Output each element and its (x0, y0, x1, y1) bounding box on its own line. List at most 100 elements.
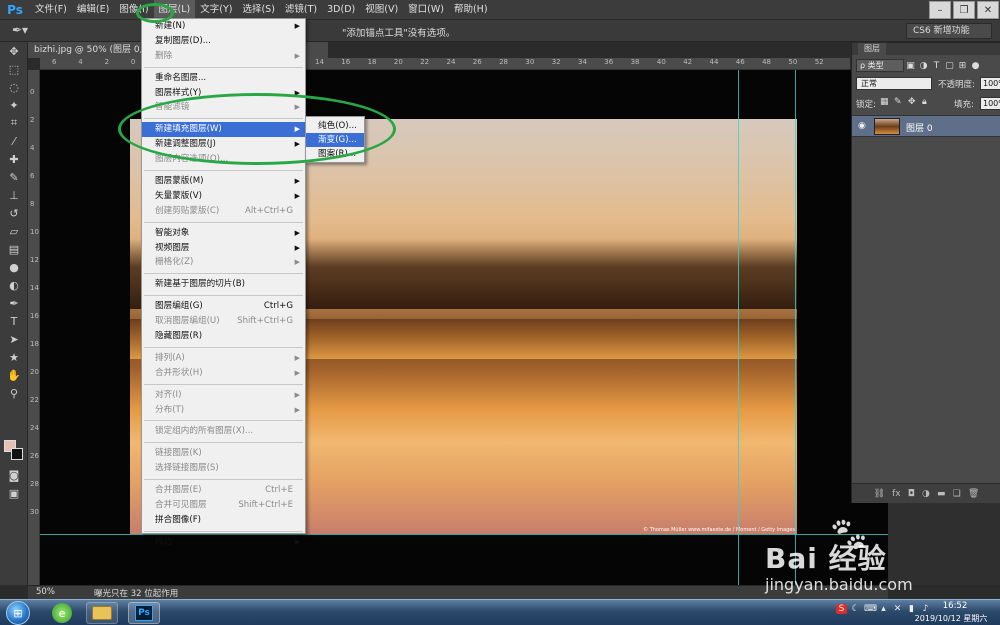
ruler-label: 14 (315, 58, 324, 66)
submenu-arrow-icon: ▶ (294, 258, 300, 267)
zoom-level[interactable]: 50% (36, 587, 55, 597)
layer-menu-item[interactable]: 视频图层 ▶ (142, 241, 305, 256)
options-message: "添加锚点工具"没有选项。 (342, 28, 456, 39)
marquee-tool-icon[interactable]: ⬚ (0, 60, 28, 78)
dodge-tool-icon[interactable]: ◐ (0, 276, 28, 294)
menu-item[interactable]: 视图(V) (360, 0, 403, 20)
ruler-label: 14 (30, 284, 39, 292)
input-method-icon[interactable]: S (836, 604, 847, 614)
clock-date[interactable]: 2019/10/12 星期六 (905, 613, 997, 624)
lasso-tool-icon[interactable]: ◌ (0, 78, 28, 96)
new-adjustment-icon[interactable]: ◑ (922, 489, 930, 499)
new-group-icon[interactable]: ▬ (937, 489, 946, 499)
pixel-filter-icon[interactable]: ▣ (904, 61, 917, 71)
menu-item[interactable]: 文件(F) (30, 0, 72, 20)
lock-pixels-icon[interactable]: ✎ (894, 97, 902, 107)
eye-icon[interactable]: ◉ (858, 121, 866, 131)
filter-toggle-icon[interactable]: ● (969, 61, 982, 71)
history-brush-tool-icon[interactable]: ↺ (0, 204, 28, 222)
shape-filter-icon[interactable]: ▢ (943, 61, 956, 71)
ruler-label: 6 (52, 58, 57, 66)
menu-item[interactable]: 帮助(H) (449, 0, 493, 20)
delete-layer-icon[interactable]: 🗑︎ (968, 489, 979, 499)
layer-style-icon[interactable]: fx (892, 489, 901, 499)
clone-stamp-tool-icon[interactable]: ⊥ (0, 186, 28, 204)
pen-tool-icon[interactable]: ✒▾ (12, 23, 28, 37)
minimize-button[interactable]: – (929, 1, 951, 19)
layer-menu-item: 排列(A) ▶ (142, 351, 305, 366)
type-filter-icon[interactable]: T (930, 61, 943, 71)
moon-icon[interactable]: ☾ (850, 604, 861, 614)
guide-line[interactable] (738, 70, 739, 585)
quick-mask-icon[interactable]: ◙ (0, 466, 28, 484)
photoshop-taskbar-icon[interactable]: Ps (128, 602, 160, 624)
lock-position-icon[interactable]: ✥ (908, 97, 916, 107)
eyedropper-tool-icon[interactable]: ⁄ (0, 132, 28, 150)
healing-brush-tool-icon[interactable]: ✚ (0, 150, 28, 168)
layer-menu-item[interactable]: 隐藏图层(R) (142, 329, 305, 344)
keyboard-icon[interactable]: ⌨ (864, 604, 877, 614)
restore-button[interactable]: ❐ (953, 1, 975, 19)
layer-filter-select[interactable]: ρ 类型 (856, 59, 904, 72)
submenu-arrow-icon: ▶ (294, 353, 300, 362)
start-button[interactable]: ⊞ (6, 601, 30, 625)
lock-transparent-icon[interactable]: ▦ (880, 97, 889, 107)
eraser-tool-icon[interactable]: ▱ (0, 222, 28, 240)
layer-name[interactable]: 图层 0 (906, 121, 933, 134)
tray-arrow-icon[interactable]: ▴ (878, 604, 889, 614)
menu-item-label: 分布(T) (155, 404, 185, 415)
type-tool-icon[interactable]: T (0, 312, 28, 330)
link-layers-icon[interactable]: ⛓ (874, 489, 885, 499)
menu-separator (144, 479, 303, 481)
menu-item-label: 合并图层(E) (155, 485, 202, 496)
layers-panel-tab[interactable]: 图层 (852, 43, 1000, 55)
layer-menu-item[interactable]: 新建(N) ▶ (142, 19, 305, 34)
menu-item[interactable]: 3D(D) (322, 0, 360, 20)
zoom-tool-icon[interactable]: ⚲ (0, 384, 28, 402)
network-error-icon[interactable]: ✕ (892, 604, 903, 614)
layer-menu-item[interactable]: 拼合图像(F) (142, 513, 305, 528)
layer-row[interactable]: ◉ 图层 0 (852, 115, 1000, 137)
move-tool-icon[interactable]: ✥ (0, 42, 28, 60)
gradient-tool-icon[interactable]: ▤ (0, 240, 28, 258)
explorer-taskbar-icon[interactable] (86, 602, 118, 624)
menu-item[interactable]: 文字(Y) (195, 0, 237, 20)
brush-tool-icon[interactable]: ✎ (0, 168, 28, 186)
menu-item[interactable]: 选择(S) (237, 0, 279, 20)
layer-menu-item[interactable]: 智能对象 ▶ (142, 226, 305, 241)
layer-menu-item[interactable]: 复制图层(D)... (142, 34, 305, 49)
layer-menu-item[interactable]: 图层蒙版(M) ▶ (142, 174, 305, 189)
pen-tool-icon[interactable]: ✒ (0, 294, 28, 312)
layer-menu-item[interactable]: 新建基于图层的切片(B) (142, 277, 305, 292)
opacity-input[interactable]: 100% (980, 77, 1000, 90)
background-color-swatch[interactable] (11, 448, 23, 460)
layer-menu-item[interactable]: 矢量蒙版(V) ▶ (142, 189, 305, 204)
magic-wand-tool-icon[interactable]: ✦ (0, 96, 28, 114)
layer-menu-item[interactable]: 修边 ▶ (142, 535, 305, 550)
clock-time[interactable]: 16:52 (920, 601, 990, 611)
close-button[interactable]: ✕ (977, 1, 999, 19)
screen-mode-icon[interactable]: ▣ (0, 484, 28, 502)
guide-line[interactable] (795, 70, 796, 585)
new-layer-icon[interactable]: ❏ (953, 489, 961, 499)
menu-item[interactable]: 窗口(W) (403, 0, 449, 20)
blur-tool-icon[interactable]: ● (0, 258, 28, 276)
fill-input[interactable]: 100% (980, 97, 1000, 110)
ruler-label: 22 (420, 58, 430, 66)
path-selection-tool-icon[interactable]: ➤ (0, 330, 28, 348)
blend-mode-select[interactable]: 正常 (856, 77, 932, 90)
workspace-select[interactable]: CS6 新增功能 (906, 23, 992, 39)
layer-thumbnail (874, 118, 900, 135)
crop-tool-icon[interactable]: ⌗ (0, 114, 28, 132)
lock-all-icon[interactable]: 🔒︎ (922, 97, 927, 107)
menu-item[interactable]: 滤镜(T) (280, 0, 322, 20)
hand-tool-icon[interactable]: ✋ (0, 366, 28, 384)
shape-tool-icon[interactable]: ★ (0, 348, 28, 366)
add-mask-icon[interactable]: ◘ (908, 489, 915, 499)
browser-taskbar-icon[interactable]: e (46, 602, 78, 624)
smart-object-filter-icon[interactable]: ⊞ (956, 61, 969, 71)
menu-item[interactable]: 编辑(E) (72, 0, 114, 20)
adjustment-filter-icon[interactable]: ◑ (917, 61, 930, 71)
layer-menu-item[interactable]: 图层编组(G) Ctrl+G (142, 299, 305, 314)
layer-menu-item[interactable]: 重命名图层... (142, 71, 305, 86)
